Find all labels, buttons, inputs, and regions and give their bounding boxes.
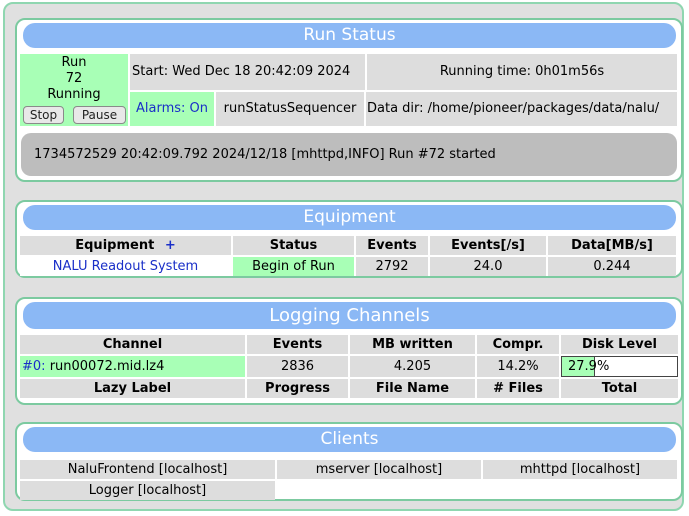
equipment-data-rate: 0.244 [548, 257, 676, 276]
compr-header: Compr. [477, 335, 559, 354]
logging-events: 2836 [247, 356, 348, 377]
equipment-name-link[interactable]: NALU Readout System [20, 257, 231, 276]
equipment-panel: Equipment Equipment + Status Events Even… [15, 200, 683, 278]
logging-events-header: Events [247, 335, 348, 354]
files-count-header: # Files [477, 379, 559, 398]
lazy-label-header: Lazy Label [20, 379, 245, 398]
disk-level-text: 27.9% [568, 359, 610, 374]
run-status-title: Run Status [23, 23, 676, 48]
channel-row[interactable]: #0: run00072.mid.lz4 [20, 356, 245, 377]
channel-id-link[interactable]: #0: [22, 359, 46, 374]
channel-file: run00072.mid.lz4 [49, 359, 165, 374]
equipment-events-rate: 24.0 [430, 257, 546, 276]
client-item: NaluFrontend [localhost] [20, 460, 275, 479]
equipment-status-header: Status [233, 236, 354, 255]
equipment-data-rate-header: Data[MB/s] [548, 236, 676, 255]
logging-panel: Logging Channels Channel Events MB writt… [15, 297, 683, 405]
message-bar[interactable]: 1734572529 20:42:09.792 2024/12/18 [mhtt… [21, 133, 677, 176]
mb-written: 4.205 [350, 356, 475, 377]
client-item: mhttpd [localhost] [483, 460, 677, 479]
disk-level-header: Disk Level [561, 335, 678, 354]
equipment-events: 2792 [356, 257, 428, 276]
equipment-events-header: Events [356, 236, 428, 255]
run-status-sequencer: runStatusSequencer [216, 92, 364, 126]
equipment-header: Equipment + [20, 236, 231, 255]
run-label: Run [61, 55, 87, 70]
stop-button[interactable]: Stop [23, 106, 64, 124]
file-name-header: File Name [350, 379, 475, 398]
add-equipment-button[interactable]: + [165, 238, 176, 253]
running-time: Running time: 0h01m56s [367, 54, 677, 90]
disk-level-bar: 27.9% [561, 356, 678, 377]
run-state: Running [47, 87, 101, 102]
status-page: Run Status Run 72 Running Stop Pause Sta… [3, 2, 684, 511]
clients-title: Clients [23, 427, 676, 452]
run-status-panel: Run Status Run 72 Running Stop Pause Sta… [15, 18, 683, 182]
start-time: Start: Wed Dec 18 20:42:09 2024 [130, 54, 365, 90]
pause-button[interactable]: Pause [73, 106, 126, 124]
alarms-status[interactable]: Alarms: On [130, 92, 214, 126]
run-number: 72 [65, 71, 83, 86]
client-item: Logger [localhost] [20, 481, 275, 500]
compression-ratio: 14.2% [477, 356, 559, 377]
equipment-events-rate-header: Events[/s] [430, 236, 546, 255]
progress-header: Progress [247, 379, 348, 398]
equipment-header-label: Equipment [75, 238, 155, 253]
clients-panel: Clients NaluFrontend [localhost] mserver… [15, 422, 683, 501]
run-state-box: Run 72 Running Stop Pause [20, 54, 128, 126]
equipment-status: Begin of Run [233, 257, 354, 276]
channel-header: Channel [20, 335, 245, 354]
last-message: 1734572529 20:42:09.792 2024/12/18 [mhtt… [34, 147, 496, 162]
data-dir: Data dir: /home/pioneer/packages/data/na… [366, 92, 677, 126]
client-item: mserver [localhost] [277, 460, 481, 479]
equipment-title: Equipment [23, 205, 676, 230]
mb-written-header: MB written [350, 335, 475, 354]
total-header: Total [561, 379, 678, 398]
logging-title: Logging Channels [23, 302, 676, 329]
